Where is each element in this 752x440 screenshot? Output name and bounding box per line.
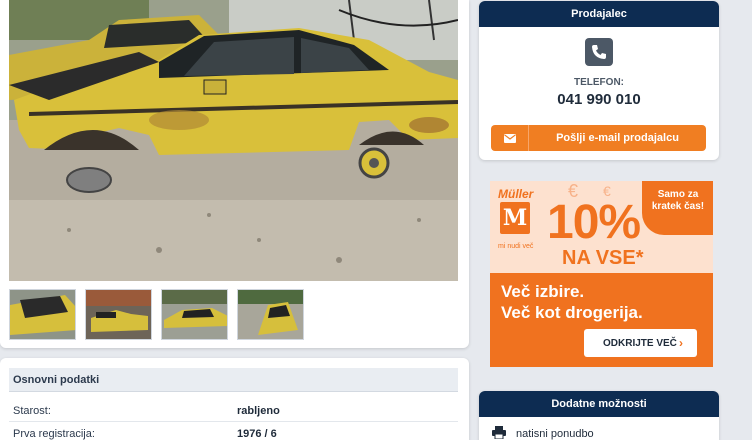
- chevron-right-icon: ›: [679, 336, 683, 350]
- info-label: Prva registracija:: [13, 428, 95, 440]
- seller-card: Prodajalec TELEFON: 041 990 010 Pošlji e…: [479, 1, 719, 160]
- ad-discount-scope: NA VSE*: [562, 247, 644, 269]
- ad-banner[interactable]: € € Müller M mi nudi več 10% NA VSE* Sam…: [490, 181, 713, 367]
- ad-limited-time-bubble: Samo za kratek čas!: [642, 181, 713, 235]
- print-offer-link[interactable]: natisni ponudbo: [492, 426, 594, 440]
- thumbnail-3[interactable]: [161, 289, 228, 340]
- info-value: rabljeno: [237, 405, 280, 417]
- thumbnail-4[interactable]: [237, 289, 304, 340]
- main-photo[interactable]: [9, 0, 458, 281]
- info-row-first-registration: Prva registracija: 1976 / 6: [9, 423, 458, 440]
- email-seller-button[interactable]: Pošlji e-mail prodajalcu: [491, 125, 706, 151]
- additional-options-card: Dodatne možnosti natisni ponudbo: [479, 391, 719, 440]
- basic-info-title: Osnovni podatki: [9, 368, 458, 392]
- ad-discount: 10%: [547, 196, 641, 249]
- ad-headline-1: Več izbire.: [501, 282, 585, 301]
- thumbnail-2[interactable]: [85, 289, 152, 340]
- ad-discover-label: ODKRIJTE VEČ: [603, 338, 677, 349]
- info-label: Starost:: [13, 405, 51, 417]
- phone-number[interactable]: 041 990 010: [479, 91, 719, 108]
- info-value: 1976 / 6: [237, 428, 277, 440]
- printer-icon: [492, 426, 506, 440]
- basic-info-card: Osnovni podatki Starost: rabljeno Prva r…: [0, 358, 469, 440]
- thumbnail-strip: [9, 289, 304, 340]
- info-row-age: Starost: rabljeno: [9, 400, 458, 422]
- photo-gallery: [0, 0, 469, 348]
- envelope-icon: [491, 125, 529, 151]
- thumbnail-1[interactable]: [9, 289, 76, 340]
- ad-brand-slogan: mi nudi več: [498, 243, 534, 250]
- ad-headline-2: Več kot drogerija.: [501, 303, 643, 322]
- ad-brand-name: Müller: [498, 187, 534, 201]
- ad-brand-logo: M: [500, 202, 530, 234]
- phone-icon: [585, 38, 613, 66]
- print-offer-label: natisni ponudbo: [516, 428, 594, 440]
- email-seller-label: Pošlji e-mail prodajalcu: [556, 132, 679, 144]
- additional-options-header: Dodatne možnosti: [479, 391, 719, 417]
- seller-card-header: Prodajalec: [479, 1, 719, 27]
- ad-discover-button[interactable]: ODKRIJTE VEČ ›: [584, 329, 697, 357]
- phone-label: TELEFON:: [574, 77, 624, 88]
